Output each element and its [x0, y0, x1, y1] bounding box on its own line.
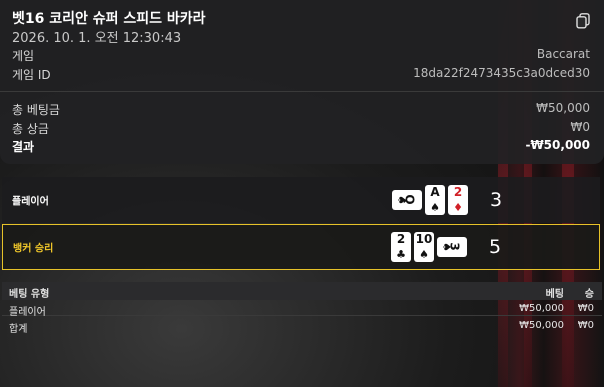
table-cell: ₩50,000	[519, 303, 564, 314]
card-rank: 10	[415, 232, 433, 246]
divider	[0, 91, 604, 92]
card-suit: ♦	[453, 201, 463, 214]
table-row: 플레이어 ₩50,000 ₩0	[2, 300, 602, 318]
table-cell: ₩50,000	[519, 320, 564, 331]
bets-table-header: 베팅 유형 베팅 승	[2, 282, 602, 300]
table-cell: 플레이어	[9, 307, 46, 318]
card-suit: ♣	[396, 248, 406, 261]
game-row: 게임 Baccarat	[12, 47, 590, 64]
player-result-box: 플레이어 Q ♠ A ♠ 2 ♦ 3	[2, 177, 600, 223]
total-bet-row: 총 베팅금 ₩50,000	[12, 101, 590, 118]
total-win-row: 총 상금 ₩0	[12, 120, 590, 137]
card-rank: A	[430, 185, 440, 199]
playing-card: 2 ♣	[391, 232, 411, 262]
bet-datetime: 2026. 10. 1. 오전 12:30:43	[12, 31, 182, 46]
player-cards: Q ♠ A ♠ 2 ♦	[392, 185, 468, 215]
total-win-label: 총 상금	[12, 122, 49, 136]
card-suit: ♠	[430, 201, 440, 214]
playing-card: 3 ♠	[437, 237, 467, 257]
player-score: 3	[490, 189, 503, 211]
table-row-total: 합계 ₩50,000 ₩0	[2, 317, 602, 335]
card-suit: ♠	[419, 248, 429, 261]
page-title: 벳16 코리안 슈퍼 스피드 바카라	[12, 11, 206, 27]
total-bet-label: 총 베팅금	[12, 103, 60, 117]
banker-score: 5	[489, 236, 502, 258]
result-row: 결과 -₩50,000	[12, 138, 590, 155]
card-suit: ♠	[395, 195, 408, 205]
total-bet-value: ₩50,000	[536, 101, 590, 115]
result-value: -₩50,000	[525, 138, 590, 152]
card-rank: 2	[396, 232, 406, 246]
player-label: 플레이어	[12, 196, 49, 208]
game-id-label: 게임 ID	[12, 68, 51, 82]
table-cell: ₩0	[577, 320, 594, 331]
playing-card: 10 ♠	[414, 232, 434, 262]
playing-card: 2 ♦	[448, 185, 468, 215]
result-label: 결과	[12, 140, 35, 154]
total-win-value: ₩0	[570, 120, 591, 134]
column-header-bet-type: 베팅 유형	[9, 289, 50, 300]
bet-details-panel: 벳16 코리안 슈퍼 스피드 바카라 2026. 10. 1. 오전 12:30…	[0, 0, 604, 164]
game-label: 게임	[12, 49, 35, 63]
game-id-row: 게임 ID 18da22f2473435c3a0dced30	[12, 66, 590, 83]
playing-card: Q ♠	[392, 190, 422, 210]
column-header-bet: 베팅	[545, 289, 564, 300]
table-cell: 합계	[9, 324, 28, 335]
column-header-win: 승	[584, 289, 594, 300]
game-value: Baccarat	[536, 47, 590, 61]
banker-result-box: 뱅커 승리 2 ♣ 10 ♠ 3 ♠ 5	[2, 224, 600, 270]
copy-icon[interactable]	[576, 13, 590, 29]
card-rank: 2	[453, 185, 463, 199]
playing-card: A ♠	[425, 185, 445, 215]
card-suit: ♠	[440, 242, 453, 252]
game-id-value[interactable]: 18da22f2473435c3a0dced30	[413, 66, 590, 83]
table-cell: ₩0	[577, 303, 594, 314]
banker-win-label: 뱅커 승리	[13, 243, 54, 255]
banker-cards: 2 ♣ 10 ♠ 3 ♠	[391, 232, 467, 262]
